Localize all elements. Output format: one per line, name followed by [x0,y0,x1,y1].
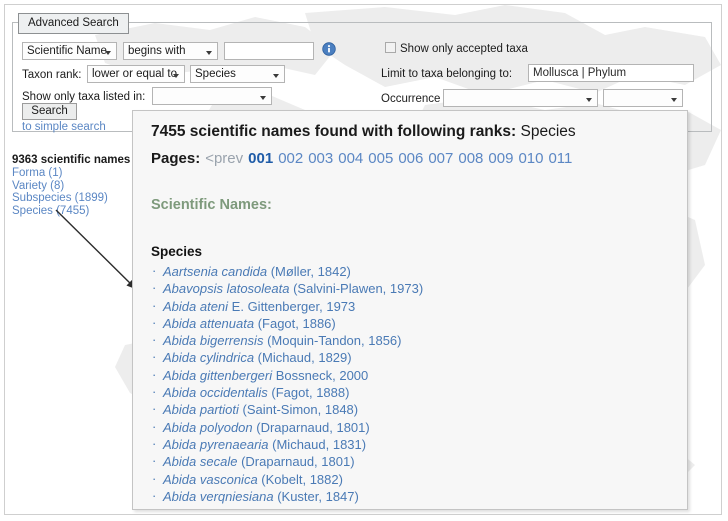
accepted-taxa-checkbox[interactable] [385,42,396,53]
listed-in-label: Show only taxa listed in: [22,91,146,103]
search-query-input[interactable] [224,42,314,60]
species-authority: (Draparnaud, 1801) [237,454,355,470]
list-item[interactable]: Abavopsis latosoleata (Salvini-Plawen, 1… [151,279,424,297]
rank-link-subspecies[interactable]: Subspecies (1899) [12,192,132,205]
species-name[interactable]: Abavopsis latosoleata [163,281,289,296]
species-name[interactable]: Abida partioti [163,402,239,417]
list-item[interactable]: Abida ateni E. Gittenberger, 1973 [151,297,423,315]
app-window: Advanced Search Scientific Name begins w… [0,0,728,521]
list-item[interactable]: Abida bigerrensis (Moquin-Tandon, 1856) [151,331,423,349]
rank-link-species[interactable]: Species (7455) [12,205,132,218]
species-name[interactable]: Abida verqniesiana [163,489,274,504]
list-item[interactable]: Abida occidentalis (Fagot, 1888) [151,383,423,401]
species-authority: (Kobelt, 1882) [257,471,343,487]
taxon-rank-value-select[interactable]: Species [190,65,285,83]
occurrence-select-2[interactable] [603,89,683,107]
species-authority: (Salvini-Plawen, 1973) [289,281,424,297]
search-operator-select[interactable]: begins with [123,42,218,60]
tab-advanced-search[interactable]: Advanced Search [18,13,129,34]
species-authority: (Fagot, 1888) [267,385,350,401]
list-item[interactable]: Abida verqniesiana (Kuster, 1847) [151,487,423,505]
taxon-rank-label: Taxon rank: [22,69,82,81]
list-item[interactable]: Abida attenuata (Fagot, 1886) [151,314,423,332]
list-item[interactable]: Abida cylindrica (Michaud, 1829) [151,348,423,366]
species-authority: (Michaud, 1831) [268,436,367,452]
page-link-002[interactable]: 002 [273,150,303,167]
species-group-label: Species [151,244,203,259]
species-name[interactable]: Abida polyodon [163,420,253,435]
results-heading: 7455 scientific names found with followi… [151,122,576,141]
species-name[interactable]: Abida gittenbergeri [163,368,272,383]
names-summary-title: 9363 scientific names [12,154,131,166]
page-link-006[interactable]: 006 [393,150,423,167]
species-name[interactable]: Abida secale [163,454,237,469]
info-icon[interactable] [322,42,336,56]
page-link-004[interactable]: 004 [333,150,363,167]
rank-link-forma[interactable]: Forma (1) [12,167,132,180]
scientific-names-heading: Scientific Names: [151,197,272,213]
species-authority: (Fagot, 1886) [254,315,336,331]
page-link-005[interactable]: 005 [363,150,393,167]
pages-label: Pages: [151,150,201,167]
species-name[interactable]: Abida ateni [163,299,228,314]
species-name[interactable]: Abida pyrenaearia [163,437,269,452]
page-link-001[interactable]: 001 [243,150,273,167]
page-link-011[interactable]: 011 [543,150,572,167]
listed-in-select[interactable] [152,87,272,105]
species-authority: (Michaud, 1829) [254,350,352,366]
list-item[interactable]: Abida polyodon (Draparnaud, 1801) [151,418,423,436]
species-list: Aartsenia candida (Møller, 1842) Abavops… [151,262,424,505]
species-authority: Bossneck, 2000 [272,367,369,383]
pagination: Pages: <prev 001 002 003 004 005 006 007 008 009 01… [151,149,572,168]
list-item[interactable]: Abida secale (Draparnaud, 1801) [151,452,423,470]
accepted-taxa-label: Show only accepted taxa [400,43,528,55]
results-panel: 7455 scientific names found with followi… [132,110,688,510]
page-link-003[interactable]: 003 [303,150,333,167]
limit-to-label: Limit to taxa belonging to: [381,68,513,80]
page-link-010[interactable]: 010 [513,150,543,167]
species-authority: (Moquin-Tandon, 1856) [263,333,402,349]
species-name[interactable]: Aartsenia candida [163,264,267,279]
list-item[interactable]: Aartsenia candida (Møller, 1842) [151,262,423,280]
names-summary: 9363 scientific names Forma (1) Variety … [12,153,132,217]
occurrence-select-1[interactable] [443,89,598,107]
species-name[interactable]: Abida occidentalis [163,385,268,400]
results-heading-rank: Species [516,123,576,140]
species-name[interactable]: Abida attenuata [163,316,254,331]
search-button[interactable]: Search [22,103,77,120]
simple-search-link[interactable]: to simple search [22,121,106,134]
list-item[interactable]: Abida partioti (Saint-Simon, 1848) [151,400,423,418]
species-authority: (Møller, 1842) [267,264,351,279]
list-item[interactable]: Abida vasconica (Kobelt, 1882) [151,470,423,488]
species-authority: (Draparnaud, 1801) [252,419,370,435]
list-item[interactable]: Abida pyrenaearia (Michaud, 1831) [151,435,423,453]
species-name[interactable]: Abida cylindrica [163,350,254,365]
page-link-008[interactable]: 008 [453,150,483,167]
taxon-rank-operator-select[interactable]: lower or equal to [87,65,185,83]
page-link-009[interactable]: 009 [483,150,513,167]
list-item[interactable]: Abida gittenbergeri Bossneck, 2000 [151,366,423,384]
occurrence-label: Occurrence [381,93,441,105]
species-authority: E. Gittenberger, 1973 [228,298,356,314]
rank-link-variety[interactable]: Variety (8) [12,180,132,193]
species-name[interactable]: Abida bigerrensis [163,333,263,348]
species-authority: (Saint-Simon, 1848) [238,402,359,418]
search-field-select[interactable]: Scientific Name [22,42,117,60]
limit-to-input[interactable]: Mollusca | Phylum [528,64,694,82]
species-name[interactable]: Abida vasconica [163,472,258,487]
species-authority: (Kuster, 1847) [273,488,359,504]
results-heading-prefix: 7455 scientific names found with followi… [151,123,517,140]
page-link-007[interactable]: 007 [423,150,453,167]
page-prev-link[interactable]: <prev [200,150,243,167]
